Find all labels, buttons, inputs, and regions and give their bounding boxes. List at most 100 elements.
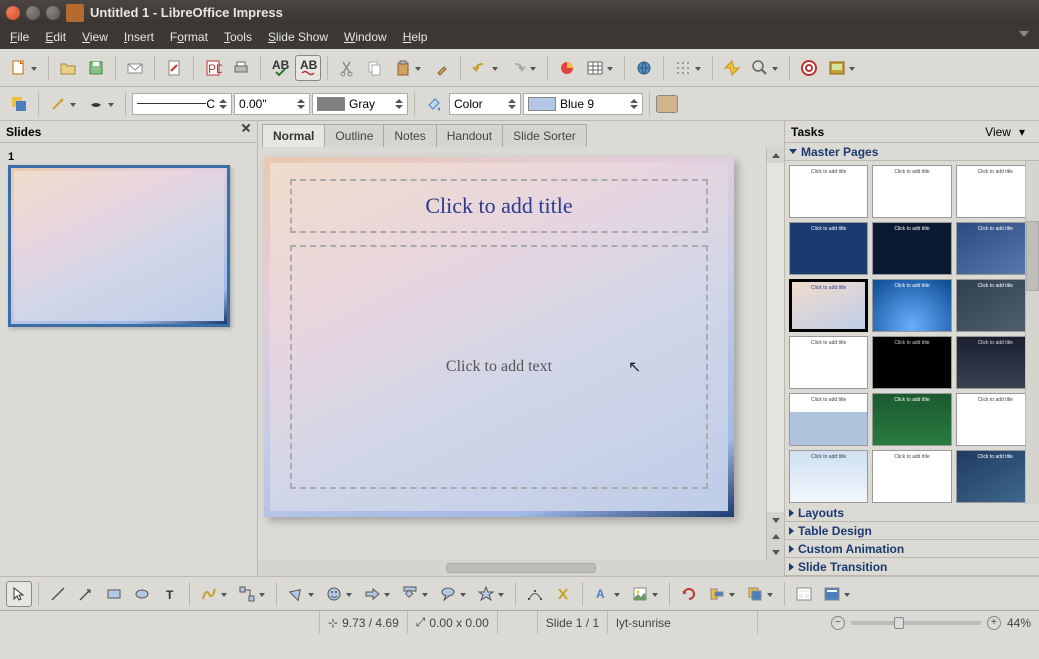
master-page-thumb[interactable]: Click to add title [789, 336, 868, 389]
from-file-button[interactable] [627, 581, 653, 607]
vertical-scrollbar[interactable] [766, 147, 784, 560]
navigator-button[interactable] [719, 55, 745, 81]
connector-tool-button[interactable] [234, 581, 260, 607]
cut-button[interactable] [334, 55, 360, 81]
basic-shapes-button[interactable] [283, 581, 309, 607]
block-arrows-button[interactable] [359, 581, 385, 607]
callouts-button[interactable] [435, 581, 461, 607]
maximize-window-button[interactable] [46, 6, 60, 20]
symbol-shapes-button[interactable] [321, 581, 347, 607]
text-tool-button[interactable]: T [157, 581, 183, 607]
copy-button[interactable] [362, 55, 388, 81]
line-endings-button[interactable] [45, 91, 71, 117]
menu-tools[interactable]: Tools [216, 27, 260, 47]
tab-notes[interactable]: Notes [383, 124, 436, 147]
line-color-combo[interactable]: Gray [312, 93, 408, 115]
group-slide-transition[interactable]: Slide Transition [785, 558, 1039, 576]
group-custom-animation[interactable]: Custom Animation [785, 540, 1039, 558]
line-width-combo[interactable]: 0.00" [234, 93, 310, 115]
master-page-thumb[interactable]: Click to add title [872, 450, 951, 503]
master-page-thumb[interactable]: Click to add title [789, 279, 868, 332]
grid-button[interactable] [670, 55, 696, 81]
undo-button[interactable] [467, 55, 493, 81]
master-page-thumb[interactable]: Click to add title [872, 165, 951, 218]
auto-spellcheck-button[interactable]: ABC [295, 55, 321, 81]
stars-button[interactable] [473, 581, 499, 607]
slide-canvas[interactable]: Click to add title Click to add text [264, 157, 734, 517]
points-edit-button[interactable] [522, 581, 548, 607]
hyperlink-button[interactable] [631, 55, 657, 81]
fill-color-combo[interactable]: Blue 9 [523, 93, 643, 115]
menu-slideshow[interactable]: Slide Show [260, 27, 336, 47]
slide-design-button[interactable] [819, 581, 845, 607]
select-tool-button[interactable] [6, 581, 32, 607]
fill-bucket-button[interactable] [421, 91, 447, 117]
spinner-up-icon[interactable] [219, 99, 227, 103]
arrange-order-button[interactable] [742, 581, 768, 607]
master-page-thumb[interactable]: Click to add title [956, 165, 1035, 218]
tab-outline[interactable]: Outline [324, 124, 384, 147]
master-page-thumb[interactable]: Click to add title [872, 222, 951, 275]
zoom-value[interactable]: 44% [1007, 616, 1031, 630]
menu-insert[interactable]: Insert [116, 27, 162, 47]
menu-format[interactable]: Format [162, 27, 216, 47]
scroll-up-icon[interactable] [772, 153, 780, 158]
glue-points-button[interactable] [550, 581, 576, 607]
open-button[interactable] [55, 55, 81, 81]
tab-slide-sorter[interactable]: Slide Sorter [502, 124, 587, 147]
arrow-tool-button[interactable] [73, 581, 99, 607]
area-button[interactable] [656, 95, 678, 113]
print-button[interactable] [228, 55, 254, 81]
close-window-button[interactable] [6, 6, 20, 20]
zoom-button[interactable] [747, 55, 773, 81]
rectangle-tool-button[interactable] [101, 581, 127, 607]
master-page-thumb[interactable]: Click to add title [956, 336, 1035, 389]
format-paintbrush-button[interactable] [428, 55, 454, 81]
flowchart-button[interactable] [397, 581, 423, 607]
tasks-view-menu[interactable]: View [985, 125, 1011, 139]
master-page-thumb[interactable]: Click to add title [872, 279, 951, 332]
master-page-thumb[interactable]: Click to add title [956, 222, 1035, 275]
table-button[interactable] [582, 55, 608, 81]
group-layouts[interactable]: Layouts [785, 504, 1039, 522]
menu-file[interactable]: File [2, 27, 37, 47]
ellipse-tool-button[interactable] [129, 581, 155, 607]
tab-handout[interactable]: Handout [436, 124, 503, 147]
master-page-thumb[interactable]: Click to add title [789, 450, 868, 503]
line-tool-button[interactable] [45, 581, 71, 607]
new-doc-button[interactable] [6, 55, 32, 81]
menu-edit[interactable]: Edit [37, 27, 74, 47]
rotate-button[interactable] [676, 581, 702, 607]
fontwork-button[interactable]: A [589, 581, 615, 607]
fill-mode-combo[interactable]: Color [449, 93, 521, 115]
tab-normal[interactable]: Normal [262, 124, 325, 147]
menu-help[interactable]: Help [395, 27, 436, 47]
shadow-button[interactable] [83, 91, 109, 117]
master-page-thumb[interactable]: Click to add title [872, 393, 951, 446]
scrollbar-thumb[interactable] [446, 563, 596, 573]
group-master-pages[interactable]: Master Pages [785, 143, 1039, 161]
master-page-thumb[interactable]: Click to add title [872, 336, 951, 389]
spinner-down-icon[interactable] [219, 105, 227, 109]
master-page-thumb[interactable]: Click to add title [789, 165, 868, 218]
slide-thumbnail[interactable] [8, 165, 230, 327]
menubar-overflow-icon[interactable] [1019, 31, 1029, 37]
zoom-in-button[interactable]: + [987, 616, 1001, 630]
horizontal-scrollbar[interactable] [258, 560, 784, 576]
master-page-thumb[interactable]: Click to add title [789, 393, 868, 446]
curve-tool-button[interactable] [196, 581, 222, 607]
scroll-down-icon[interactable] [772, 518, 780, 523]
line-style-combo[interactable]: C [132, 93, 232, 115]
master-page-thumb[interactable]: Click to add title [956, 450, 1035, 503]
tasks-scrollbar[interactable] [1025, 161, 1039, 504]
content-placeholder[interactable]: Click to add text [290, 245, 708, 489]
title-placeholder[interactable]: Click to add title [290, 179, 708, 233]
spellcheck-button[interactable]: ABC [267, 55, 293, 81]
slide-canvas-area[interactable]: Click to add title Click to add text ↖ [258, 147, 766, 560]
paste-button[interactable] [390, 55, 416, 81]
zoom-slider[interactable] [851, 621, 981, 625]
zoom-slider-knob[interactable] [894, 617, 904, 629]
redo-button[interactable] [505, 55, 531, 81]
menu-view[interactable]: View [74, 27, 116, 47]
zoom-out-button[interactable]: − [831, 616, 845, 630]
